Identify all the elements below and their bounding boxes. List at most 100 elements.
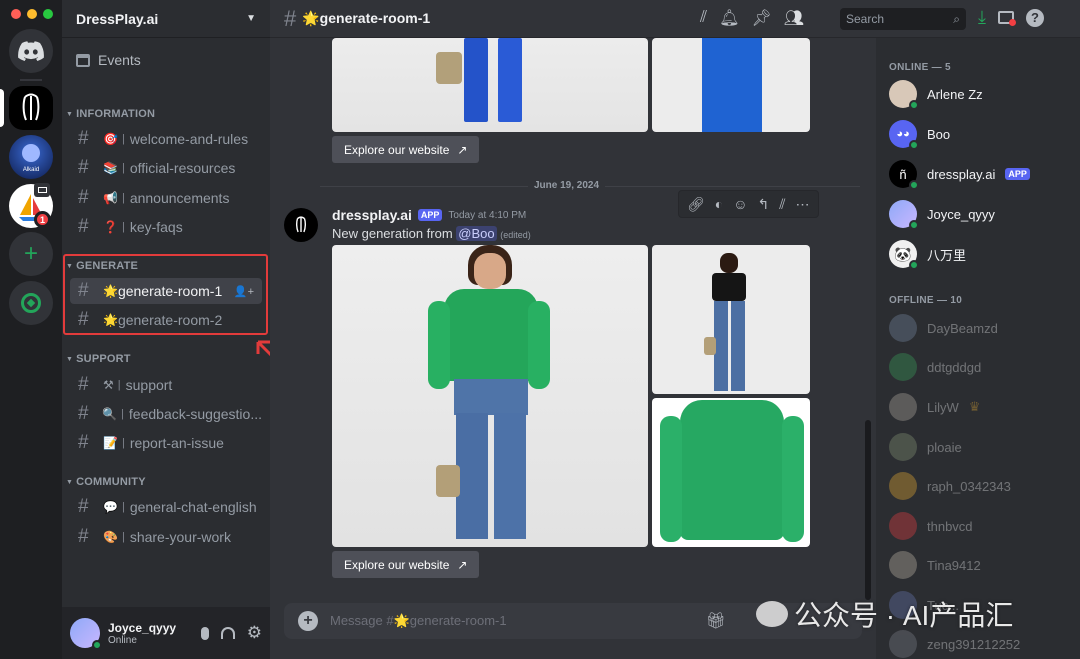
message-actions-toolbar: 🔗︎ ◐ ☺ ↰ ⫽ ⋯: [678, 190, 819, 218]
discord-avatar-icon: [889, 353, 917, 381]
download-icon[interactable]: ⤓: [978, 7, 986, 28]
user-mention[interactable]: @Boo: [456, 226, 497, 241]
generated-image-side-bottom[interactable]: [652, 398, 810, 547]
channel-general-chat-english[interactable]: # 💬 | general-chat-english: [70, 494, 262, 520]
channel-feedback-suggestions[interactable]: # 🔍 | feedback-suggestio...: [70, 401, 262, 427]
member-item[interactable]: ñ dressplay.ai APP: [889, 160, 1030, 190]
channel-emoji: 📢: [103, 191, 118, 205]
avatar: [889, 314, 917, 342]
generated-image-main[interactable]: [332, 245, 648, 547]
hash-icon: #: [78, 432, 89, 453]
explore-compass-icon[interactable]: [9, 281, 53, 325]
generated-image-2[interactable]: [652, 38, 810, 132]
guild-header[interactable]: DressPlay.ai ▼: [62, 0, 270, 38]
gift-icon[interactable]: 🎁︎: [706, 611, 726, 631]
member-item[interactable]: 🐼 八万里: [889, 240, 966, 270]
gear-icon[interactable]: ⚙: [247, 623, 262, 643]
discord-avatar-icon: [889, 512, 917, 540]
member-item[interactable]: ddtgddgd: [889, 353, 981, 381]
search-input[interactable]: Search ⌕: [840, 8, 966, 30]
screen-icon[interactable]: [997, 11, 1016, 26]
discord-home-icon[interactable]: [9, 29, 53, 73]
message-author[interactable]: dressplay.ai: [332, 207, 412, 223]
explore-website-button[interactable]: Explore our website ↗: [332, 551, 480, 578]
member-item[interactable]: thnbvcd: [889, 512, 973, 540]
user-panel: Joyce_qyyy Online ⚙: [62, 607, 270, 659]
hash-icon: #: [78, 374, 89, 395]
threads-icon[interactable]: ⫽: [700, 9, 707, 27]
channel-name: announcements: [129, 190, 230, 206]
thread-icon[interactable]: ◐: [715, 196, 723, 212]
member-item[interactable]: DayBeamzd: [889, 314, 998, 342]
avatar: [889, 80, 919, 110]
crown-icon: ♛: [968, 399, 981, 414]
category-support[interactable]: ▼ SUPPORT: [66, 353, 131, 365]
alkaid-server-icon[interactable]: Alkaid: [9, 135, 53, 179]
channel-share-your-work[interactable]: # 🎨 | share-your-work: [70, 524, 262, 550]
member-item[interactable]: Joyce_qyyy: [889, 200, 995, 230]
minimize-window-button[interactable]: [27, 9, 37, 19]
hash-icon: #: [78, 157, 89, 178]
hash-icon: #: [78, 526, 89, 547]
maximize-window-button[interactable]: [43, 9, 53, 19]
channel-support[interactable]: # ⚒ | support: [70, 372, 262, 398]
channel-official-resources[interactable]: # 📚 | official-resources: [70, 155, 262, 181]
member-item[interactable]: Tina9412: [889, 551, 981, 579]
category-community[interactable]: ▼ COMMUNITY: [66, 476, 146, 488]
generated-image-1[interactable]: [332, 38, 648, 132]
external-link-icon: ↗: [457, 142, 468, 157]
member-name: Joyce_qyyy: [927, 206, 995, 222]
member-name: zeng391212252: [927, 636, 1021, 652]
chevron-down-icon: ▼: [66, 478, 74, 486]
reply-icon[interactable]: ↰: [758, 196, 770, 213]
member-item[interactable]: Arlene Zz: [889, 80, 983, 110]
avatar[interactable]: [70, 618, 102, 650]
member-item[interactable]: ◕◕ Boo: [889, 120, 950, 150]
pin-icon[interactable]: 📌︎: [751, 8, 771, 28]
app-badge: APP: [417, 209, 443, 221]
dressplay-server-icon[interactable]: [9, 86, 53, 130]
add-server-icon[interactable]: +: [9, 232, 53, 276]
explore-website-button[interactable]: Explore our website ↗: [332, 136, 480, 163]
bell-icon[interactable]: 🔔︎: [719, 8, 739, 28]
member-item[interactable]: ploaie: [889, 433, 962, 461]
forward-icon[interactable]: ⫽: [779, 196, 785, 213]
close-window-button[interactable]: [11, 9, 21, 19]
hash-icon: #: [78, 128, 89, 149]
add-reaction-icon[interactable]: ☺: [733, 196, 747, 212]
search-placeholder: Search: [846, 12, 885, 26]
hash-icon: #: [78, 187, 89, 208]
link-icon[interactable]: 🔗︎: [687, 196, 705, 213]
annotation-highlight-box: [63, 254, 268, 335]
channel-emoji: ⚒: [103, 378, 114, 392]
date-divider-label: June 19, 2024: [528, 180, 606, 191]
edited-label: (edited): [500, 230, 531, 240]
message-timestamp: Today at 4:10 PM: [448, 209, 527, 221]
add-attachment-icon[interactable]: +: [298, 611, 318, 631]
search-icon: ⌕: [953, 11, 960, 26]
calendar-icon: [76, 53, 90, 67]
headphones-icon[interactable]: [220, 627, 235, 639]
hash-icon: #: [78, 496, 89, 517]
channel-name: general-chat-english: [129, 499, 257, 515]
channel-welcome-and-rules[interactable]: # 🎯 | welcome-and-rules: [70, 126, 262, 152]
generated-image-side-top[interactable]: [652, 245, 810, 394]
button-label: Explore our website: [344, 557, 450, 572]
microphone-icon[interactable]: [200, 626, 209, 640]
member-item[interactable]: zeng391212252: [889, 630, 1020, 658]
member-item[interactable]: LilyW ♛: [889, 393, 980, 421]
chat-scrollbar[interactable]: [865, 420, 871, 600]
channel-report-an-issue[interactable]: # 📝 | report-an-issue: [70, 430, 262, 456]
help-icon[interactable]: ?: [1025, 8, 1044, 27]
button-label: Explore our website: [344, 142, 450, 157]
avatar[interactable]: [284, 208, 318, 242]
category-information[interactable]: ▼ INFORMATION: [66, 108, 155, 120]
events-link[interactable]: Events: [76, 52, 141, 68]
channel-announcements[interactable]: # 📢 | announcements: [70, 185, 262, 211]
members-icon[interactable]: 👥︎: [784, 8, 804, 28]
member-item[interactable]: raph_0342343: [889, 472, 1011, 500]
channel-key-faqs[interactable]: # ❓ | key-faqs: [70, 214, 262, 240]
member-name: DayBeamzd: [927, 320, 998, 336]
more-icon[interactable]: ⋯: [796, 196, 810, 213]
category-label: COMMUNITY: [76, 476, 146, 488]
